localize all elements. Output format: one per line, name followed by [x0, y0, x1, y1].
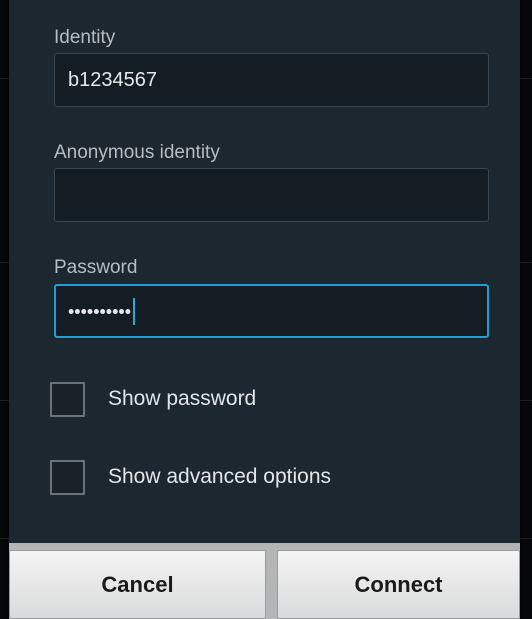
identity-field[interactable]: b1234567 [54, 53, 489, 107]
connect-button[interactable]: Connect [277, 550, 520, 619]
show-advanced-options-label: Show advanced options [108, 465, 331, 488]
show-password-row[interactable]: Show password [50, 380, 256, 418]
password-label: Password [54, 257, 138, 278]
identity-label: Identity [54, 27, 116, 48]
wifi-network-dialog: Identity b1234567 Anonymous identity Pas… [9, 0, 520, 619]
show-advanced-options-row[interactable]: Show advanced options [50, 458, 331, 496]
text-cursor [133, 298, 136, 326]
dialog-button-bar: Cancel Connect [9, 543, 520, 619]
cancel-button[interactable]: Cancel [9, 550, 266, 619]
password-masked-value: •••••••••• [68, 301, 132, 322]
password-field[interactable]: •••••••••• [54, 284, 489, 338]
show-password-label: Show password [108, 387, 257, 410]
anonymous-identity-label: Anonymous identity [54, 142, 220, 163]
anonymous-identity-field[interactable] [54, 168, 489, 222]
show-password-checkbox[interactable] [50, 381, 85, 417]
show-advanced-options-checkbox[interactable] [50, 459, 85, 495]
